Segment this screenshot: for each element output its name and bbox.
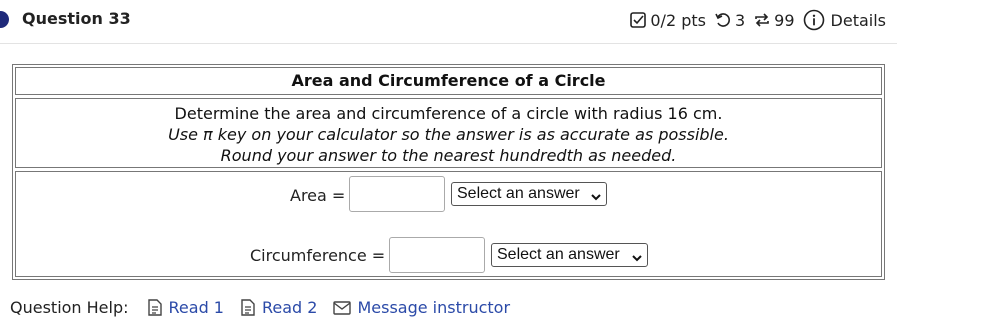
- undo-icon: [714, 11, 732, 29]
- problem-line-1: Determine the area and circumference of …: [174, 104, 723, 123]
- read-2-label: Read 2: [261, 298, 318, 317]
- circumference-unit-select-value: Select an answer: [497, 246, 620, 263]
- question-status-dot: [0, 11, 9, 28]
- retry-count: 3: [734, 10, 746, 30]
- question-title: Question 33: [22, 9, 131, 28]
- question-meta: 0/2 pts 3 99 Details: [629, 9, 886, 31]
- circumference-label: Circumference =: [250, 246, 386, 265]
- score-group: 0/2 pts: [629, 11, 706, 30]
- area-unit-select-value: Select an answer: [457, 185, 580, 202]
- attempts-group: 99: [753, 10, 795, 30]
- question-help: Question Help: Read 1 Read 2 Message ins…: [10, 298, 510, 317]
- attempts-count: 99: [774, 10, 795, 30]
- read-1-link[interactable]: Read 1: [147, 298, 224, 317]
- read-2-link[interactable]: Read 2: [240, 298, 317, 317]
- problem-line-3: Round your answer to the nearest hundred…: [220, 146, 677, 165]
- details-label: Details: [830, 10, 886, 30]
- area-unit-select[interactable]: Select an answer: [451, 182, 607, 206]
- problem-line-2: Use π key on your calculator so the answ…: [168, 125, 729, 144]
- score-text: 0/2 pts: [650, 10, 706, 30]
- circumference-input[interactable]: [389, 237, 485, 273]
- area-label: Area =: [290, 186, 346, 205]
- message-instructor-label: Message instructor: [357, 298, 511, 317]
- retry-group: 3: [714, 11, 745, 30]
- details-button[interactable]: Details: [803, 9, 886, 31]
- circumference-unit-select[interactable]: Select an answer: [491, 243, 648, 267]
- document-icon: [240, 299, 256, 316]
- header-divider: [0, 43, 897, 44]
- area-input[interactable]: [349, 176, 445, 212]
- problem-heading: Area and Circumference of a Circle: [291, 71, 606, 90]
- checkbox-icon: [629, 11, 647, 29]
- repeat-icon: [753, 11, 771, 29]
- chevron-down-icon: [590, 188, 602, 210]
- read-1-label: Read 1: [168, 298, 224, 317]
- chevron-down-icon: [631, 249, 643, 271]
- question-table: Area and Circumference of a Circle Deter…: [12, 64, 885, 280]
- heading-cell: Area and Circumference of a Circle: [15, 67, 882, 95]
- problem-cell: Determine the area and circumference of …: [15, 98, 882, 168]
- problem-text: Determine the area and circumference of …: [16, 99, 881, 166]
- question-help-label: Question Help:: [10, 298, 129, 317]
- message-instructor-link[interactable]: Message instructor: [333, 298, 510, 317]
- info-icon: [803, 9, 825, 31]
- envelope-icon: [333, 300, 352, 315]
- document-icon: [147, 299, 163, 316]
- answer-cell: Area = Select an answer Circumference = …: [15, 171, 882, 277]
